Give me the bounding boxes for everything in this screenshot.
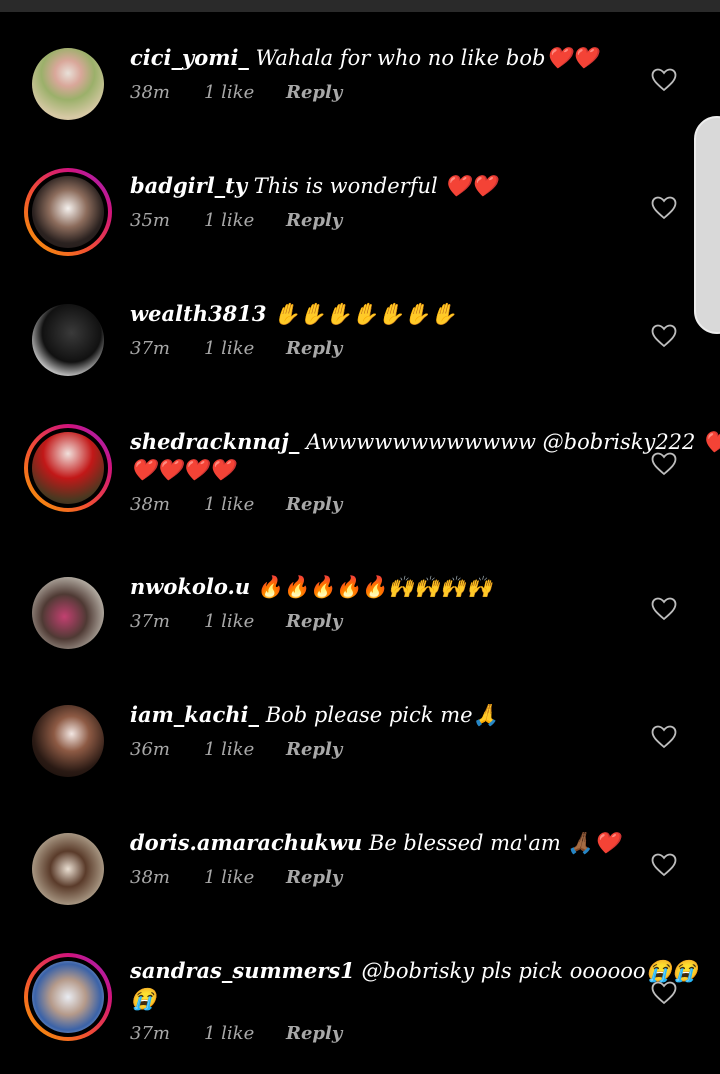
heart-outline-icon[interactable]	[651, 68, 677, 92]
avatar[interactable]	[32, 577, 104, 649]
comment-likes[interactable]: 1 like	[204, 210, 286, 232]
heart-outline-icon[interactable]	[651, 196, 677, 220]
comment-text-continued: 😭	[130, 987, 157, 1011]
comment-text: ✋✋✋✋✋✋✋	[273, 302, 457, 326]
comment-text-continued: ❤️❤️❤️❤️	[130, 458, 235, 482]
avatar-image	[32, 577, 104, 649]
heart-outline-icon[interactable]	[651, 981, 677, 1005]
top-status-strip	[0, 0, 720, 12]
avatar-image	[32, 961, 104, 1033]
avatar-story-ring[interactable]	[24, 953, 112, 1041]
comment-text: Awwwwwwwwwwww @bobrisky222 ❤️	[306, 430, 720, 454]
avatar-story-ring[interactable]	[24, 168, 112, 256]
avatar-image	[32, 432, 104, 504]
comment-time: 38m	[130, 82, 170, 103]
comment-username[interactable]: doris.amarachukwu	[130, 830, 362, 855]
comment-likes[interactable]: 1 like	[204, 82, 286, 104]
reply-button[interactable]: Reply	[286, 611, 342, 633]
comment-username[interactable]: sandras_summers1	[130, 958, 355, 983]
avatar[interactable]	[32, 48, 104, 120]
scrollbar-handle[interactable]	[694, 116, 720, 334]
comment-text: This is wonderful ❤️❤️	[253, 174, 497, 198]
avatar-image	[32, 304, 104, 376]
avatar-story-ring[interactable]	[24, 424, 112, 512]
reply-button[interactable]: Reply	[286, 338, 342, 360]
avatar-image	[32, 176, 104, 248]
comment-likes[interactable]: 1 like	[204, 867, 286, 889]
comment-likes[interactable]: 1 like	[204, 611, 286, 633]
comment-likes[interactable]: 1 like	[204, 739, 286, 761]
comment-text: Wahala for who no like bob❤️❤️	[255, 46, 598, 70]
comment-time: 38m	[130, 494, 170, 515]
comment-text: 🔥🔥🔥🔥🔥🙌🙌🙌🙌	[256, 575, 493, 599]
reply-button[interactable]: Reply	[286, 1023, 342, 1045]
avatar-image	[32, 705, 104, 777]
comment-likes[interactable]: 1 like	[204, 1023, 286, 1045]
comment-username[interactable]: nwokolo.u	[130, 574, 250, 599]
comment-username[interactable]: iam_kachi_	[130, 702, 259, 727]
heart-outline-icon[interactable]	[651, 597, 677, 621]
heart-outline-icon[interactable]	[651, 725, 677, 749]
avatar[interactable]	[32, 833, 104, 905]
reply-button[interactable]: Reply	[286, 867, 342, 889]
avatar-image	[32, 833, 104, 905]
comment-text: Bob please pick me🙏	[265, 703, 499, 727]
comment-text: @bobrisky pls pick oooooo😭😭	[361, 959, 698, 983]
comment-time: 37m	[130, 338, 170, 359]
comment-time: 35m	[130, 210, 170, 231]
reply-button[interactable]: Reply	[286, 82, 342, 104]
comment-time: 38m	[130, 867, 170, 888]
comment-text: Be blessed ma'am 🙏🏾❤️	[368, 831, 620, 855]
reply-button[interactable]: Reply	[286, 739, 342, 761]
comment-username[interactable]: shedracknnaj_	[130, 429, 299, 454]
heart-outline-icon[interactable]	[651, 853, 677, 877]
comment-likes[interactable]: 1 like	[204, 338, 286, 360]
comment-username[interactable]: badgirl_ty	[130, 173, 247, 198]
comment-username[interactable]: cici_yomi_	[130, 45, 249, 70]
comment-time: 37m	[130, 611, 170, 632]
reply-button[interactable]: Reply	[286, 494, 342, 516]
heart-outline-icon[interactable]	[651, 452, 677, 476]
comment-username[interactable]: wealth3813	[130, 301, 266, 326]
comment-time: 36m	[130, 739, 170, 760]
avatar[interactable]	[32, 705, 104, 777]
reply-button[interactable]: Reply	[286, 210, 342, 232]
comment-time: 37m	[130, 1023, 170, 1044]
avatar[interactable]	[32, 304, 104, 376]
avatar-image	[32, 48, 104, 120]
comment-likes[interactable]: 1 like	[204, 494, 286, 516]
heart-outline-icon[interactable]	[651, 324, 677, 348]
